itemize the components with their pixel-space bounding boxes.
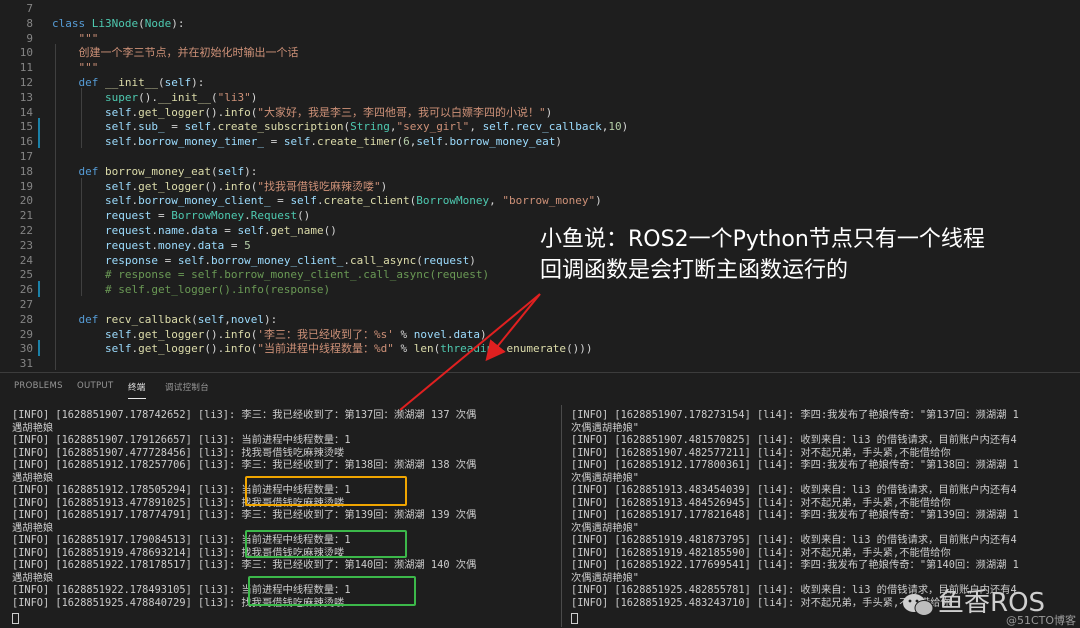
arrow-shaft <box>399 293 541 411</box>
wechat-icon <box>903 594 934 616</box>
arrow-head-line <box>485 293 541 362</box>
annotation-arrow <box>399 293 541 411</box>
watermark-subtitle: @51CTO博客 <box>1006 614 1077 627</box>
